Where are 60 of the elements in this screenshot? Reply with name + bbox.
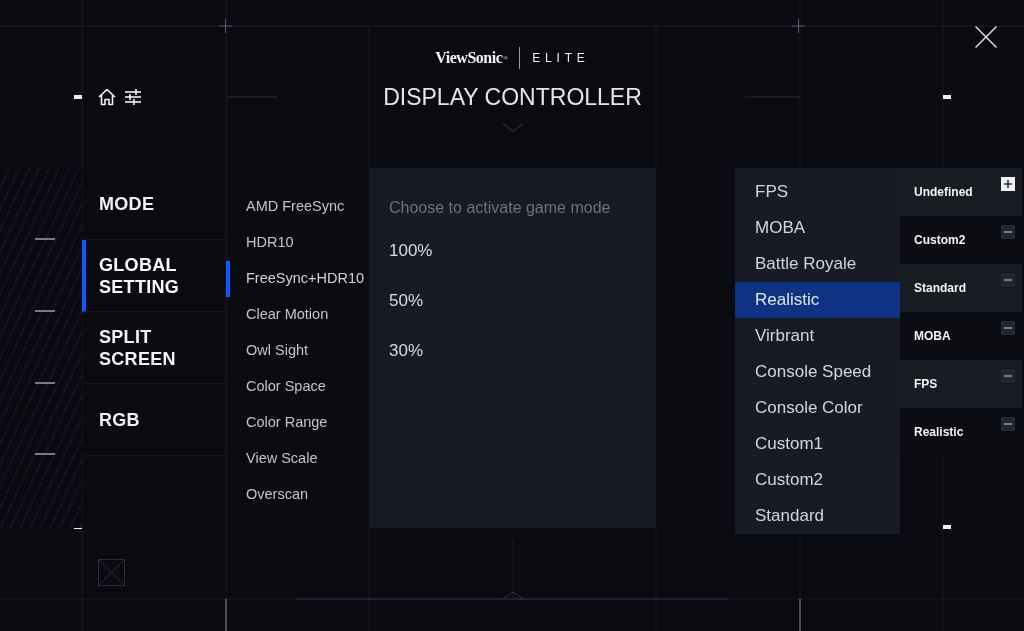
game-mode-item[interactable]: Realistic xyxy=(735,282,900,318)
game-mode-item[interactable]: Custom1 xyxy=(735,426,900,462)
game-mode-item[interactable]: Battle Royale xyxy=(735,246,900,282)
game-mode-item[interactable]: Custom2 xyxy=(735,462,900,498)
close-button[interactable] xyxy=(975,26,997,48)
marker-icon xyxy=(943,525,951,529)
slot-label: Undefined xyxy=(913,184,973,200)
crosshair-icon xyxy=(791,18,806,34)
add-button[interactable] xyxy=(1001,177,1015,191)
game-mode-item[interactable]: Standard xyxy=(735,498,900,534)
game-mode-item[interactable]: Virbrant xyxy=(735,318,900,354)
settings-button[interactable] xyxy=(125,89,141,105)
panel-hint: Choose to activate game mode xyxy=(389,198,611,218)
minus-icon xyxy=(1001,225,1015,239)
minus-icon xyxy=(1001,273,1015,287)
slot-label: Standard xyxy=(913,280,966,296)
submenu-item[interactable]: HDR10 xyxy=(226,225,369,261)
home-button[interactable] xyxy=(98,88,116,106)
minus-icon xyxy=(1001,321,1015,335)
home-icon xyxy=(98,88,116,106)
game-mode-item[interactable]: Console Color xyxy=(735,390,900,426)
remove-button[interactable] xyxy=(1001,417,1015,431)
close-icon xyxy=(975,26,997,48)
brand-logo: ViewSonic$^{®}$ xyxy=(435,48,508,68)
remove-button[interactable] xyxy=(1001,321,1015,335)
plus-icon xyxy=(1001,177,1015,191)
slot-label: Custom2 xyxy=(913,232,966,248)
submenu-item[interactable]: Clear Motion xyxy=(226,297,369,333)
nav-tab[interactable]: GLOBAL SETTING xyxy=(82,240,226,312)
chevron-down-icon xyxy=(502,123,523,132)
submenu-item[interactable]: AMD FreeSync xyxy=(226,189,369,225)
option-item[interactable]: 30% xyxy=(389,341,424,361)
submenu-item[interactable]: Owl Sight xyxy=(226,333,369,369)
nav-tab[interactable]: MODE xyxy=(82,168,226,240)
submenu-item[interactable]: Color Space xyxy=(226,369,369,405)
remove-button[interactable] xyxy=(1001,273,1015,287)
slot-label: FPS xyxy=(913,376,938,392)
remove-button[interactable] xyxy=(1001,369,1015,383)
marker-icon xyxy=(74,95,82,99)
crosshair-icon xyxy=(218,18,233,34)
game-mode-item[interactable]: FPS xyxy=(735,174,900,210)
product-logo: ELITE xyxy=(532,50,590,66)
slot-label: Realistic xyxy=(913,424,964,440)
crossed-box-icon xyxy=(98,559,125,586)
game-mode-item[interactable]: MOBA xyxy=(735,210,900,246)
option-item[interactable]: 50% xyxy=(389,291,424,311)
submenu-item[interactable]: Overscan xyxy=(226,477,369,513)
minus-icon xyxy=(1001,369,1015,383)
slot-label: MOBA xyxy=(913,328,951,344)
app-title: DISPLAY CONTROLLER xyxy=(383,83,642,111)
submenu-item[interactable]: View Scale xyxy=(226,441,369,477)
nav-tab[interactable]: SPLIT SCREEN xyxy=(82,312,226,384)
remove-button[interactable] xyxy=(1001,225,1015,239)
submenu-item[interactable]: Color Range xyxy=(226,405,369,441)
game-mode-item[interactable]: Console Speed xyxy=(735,354,900,390)
sliders-icon xyxy=(125,89,141,105)
nav-tab[interactable]: RGB xyxy=(82,384,226,456)
minus-icon xyxy=(1001,417,1015,431)
marker-icon xyxy=(943,95,951,99)
option-item[interactable]: 100% xyxy=(389,241,433,261)
